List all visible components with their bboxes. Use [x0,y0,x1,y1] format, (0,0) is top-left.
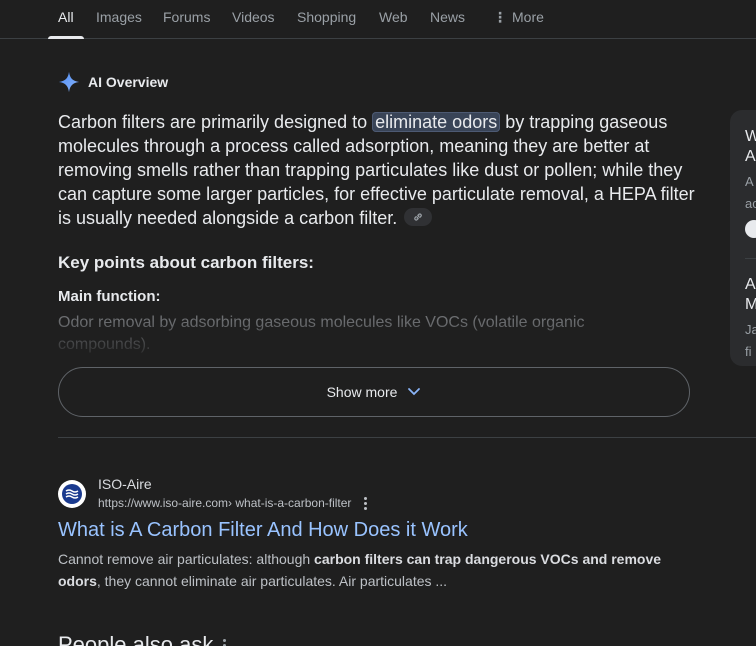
side-card-text: Ja [745,322,756,337]
show-more-label: Show more [326,384,398,400]
result-title-link[interactable]: What is A Carbon Filter And How Does it … [58,519,468,542]
result-url[interactable]: https://www.iso-aire.com › what-is-a-car… [98,496,368,510]
source-logo-icon [745,220,756,238]
people-also-ask-heading: People also ask [58,632,214,646]
side-card-text: ac [745,196,756,211]
key-points-heading: Key points about carbon filters: [58,253,314,272]
source-link-chip[interactable] [404,208,433,226]
side-card-text: M [745,296,756,313]
highlighted-phrase: eliminate odors [372,112,501,132]
content-fade [0,320,730,360]
tab-forums[interactable]: Forums [163,9,210,39]
side-card-text: A [745,276,756,293]
more-vert-icon: ⋮ [493,9,507,25]
tab-videos[interactable]: Videos [232,9,275,39]
site-favicon-icon[interactable] [58,480,86,508]
result-site-name[interactable]: ISO-Aire [98,476,152,492]
paa-options-icon[interactable] [222,638,226,646]
link-icon [414,213,423,221]
divider [745,258,756,259]
main-function-heading: Main function: [58,288,161,305]
show-more-button[interactable]: Show more [58,367,690,417]
side-card-text: A [745,148,756,165]
ai-overview-title: AI Overview [88,74,169,90]
tab-all[interactable]: All [48,9,83,39]
search-tabs: All Images Forums Videos Shopping Web Ne… [0,0,756,39]
result-url-path: › what-is-a-carbon-filter [228,496,352,510]
waves-icon [62,484,82,504]
ai-overview-text: Carbon filters are primarily designed to… [58,110,698,230]
side-source-card[interactable]: W A A ac A M Ja fi [730,110,756,366]
result-snippet: Cannot remove air particulates: although… [58,548,698,592]
snippet-text: , they cannot eliminate air particulates… [96,573,448,589]
ai-overview-header: AI Overview [58,71,168,93]
tab-shopping[interactable]: Shopping [297,9,356,39]
sparkle-icon [58,71,80,93]
tab-more-label: More [512,9,544,25]
tab-images[interactable]: Images [96,9,142,39]
tab-news[interactable]: News [430,9,465,39]
tab-web[interactable]: Web [379,9,408,39]
result-domain: https://www.iso-aire.com [98,496,229,510]
side-card-text: W [745,128,756,145]
result-options-icon[interactable] [363,496,368,510]
ai-text-before: Carbon filters are primarily designed to [58,112,373,132]
chevron-down-icon [408,388,421,396]
tab-more[interactable]: ⋮ More [493,9,544,39]
snippet-text: Cannot remove air particulates: although [58,551,315,567]
section-divider [58,437,756,438]
side-card-text: A [745,174,754,189]
side-card-text: fi [745,344,752,359]
